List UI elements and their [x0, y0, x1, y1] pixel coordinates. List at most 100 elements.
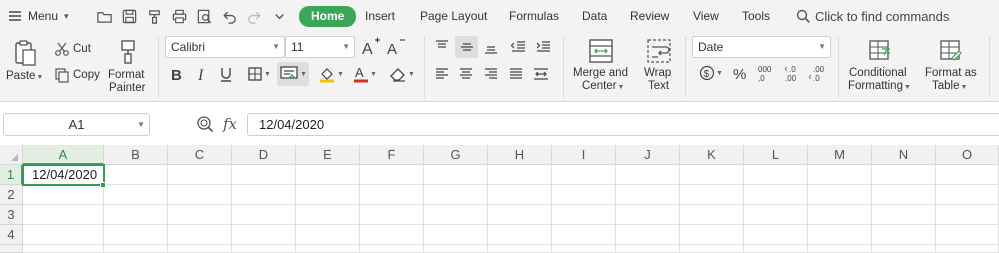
- format-painter-label-1[interactable]: Format: [108, 69, 144, 82]
- grid-cell[interactable]: [104, 225, 168, 245]
- grid-cell[interactable]: [552, 245, 616, 253]
- grid-cell[interactable]: [296, 205, 360, 225]
- number-format-select[interactable]: Date ▼: [692, 36, 831, 58]
- grid-cell[interactable]: [296, 225, 360, 245]
- font-color-button[interactable]: A ▼: [351, 64, 379, 84]
- copy-icon[interactable]: [53, 66, 71, 84]
- grid-cell[interactable]: [360, 245, 424, 253]
- grid-cell[interactable]: [168, 165, 232, 185]
- grid-cell[interactable]: [104, 185, 168, 205]
- grid-cell[interactable]: [552, 225, 616, 245]
- grid-cell[interactable]: [23, 205, 104, 225]
- grid-cell[interactable]: [168, 245, 232, 253]
- format-painter-label-2[interactable]: Painter: [109, 82, 145, 95]
- column-header[interactable]: H: [488, 145, 552, 165]
- name-box[interactable]: A1 ▼: [3, 113, 150, 136]
- column-header[interactable]: J: [616, 145, 680, 165]
- row-header[interactable]: 4: [0, 225, 23, 245]
- format-painter-qa-icon[interactable]: [144, 6, 164, 26]
- grid-cell[interactable]: [616, 205, 680, 225]
- grid-cell[interactable]: [616, 165, 680, 185]
- grid-cell[interactable]: [23, 245, 104, 253]
- grid-cell[interactable]: [424, 225, 488, 245]
- grid-cell[interactable]: [232, 185, 296, 205]
- font-name-select[interactable]: Calibri ▼: [165, 36, 285, 58]
- column-header[interactable]: G: [424, 145, 488, 165]
- merge-label-2[interactable]: Center▼: [582, 80, 624, 94]
- formula-input[interactable]: 12/04/2020: [247, 113, 999, 136]
- justify-icon[interactable]: [505, 63, 527, 85]
- row-header[interactable]: 1: [0, 165, 23, 185]
- column-header[interactable]: O: [936, 145, 999, 165]
- grid-cell[interactable]: [808, 165, 872, 185]
- format-as-table-icon[interactable]: [937, 37, 965, 65]
- grid-cell[interactable]: [360, 205, 424, 225]
- grid-cell[interactable]: [424, 205, 488, 225]
- column-header[interactable]: F: [360, 145, 424, 165]
- tab-data[interactable]: Data: [582, 7, 607, 26]
- wrap-text-icon[interactable]: [645, 37, 673, 65]
- tab-view[interactable]: View: [693, 7, 719, 26]
- grid-cell[interactable]: [104, 245, 168, 253]
- column-header[interactable]: E: [296, 145, 360, 165]
- select-all-corner[interactable]: [0, 145, 23, 165]
- grid-cell[interactable]: [936, 165, 999, 185]
- grid-cell[interactable]: [808, 185, 872, 205]
- grid-cell[interactable]: [296, 165, 360, 185]
- grid-cell[interactable]: [616, 185, 680, 205]
- column-header[interactable]: A: [23, 145, 104, 165]
- save-icon[interactable]: [119, 6, 139, 26]
- grid-cell[interactable]: [680, 245, 744, 253]
- grid-cell[interactable]: [680, 225, 744, 245]
- decrease-decimal-icon[interactable]: .00.0: [806, 63, 828, 83]
- increase-decimal-icon[interactable]: .0.00: [782, 63, 804, 83]
- grid-cell[interactable]: [680, 165, 744, 185]
- grid-cell[interactable]: [552, 185, 616, 205]
- align-top-icon[interactable]: [431, 36, 453, 58]
- grid-cell[interactable]: [552, 165, 616, 185]
- conditional-label-1[interactable]: Conditional: [849, 67, 907, 80]
- underline-icon[interactable]: [216, 64, 236, 84]
- scissors-icon[interactable]: [53, 40, 71, 58]
- percent-icon[interactable]: %: [729, 63, 751, 83]
- tab-review[interactable]: Review: [630, 7, 669, 26]
- grid-cell[interactable]: [872, 165, 936, 185]
- grid-cell[interactable]: [104, 205, 168, 225]
- grid-cell[interactable]: [744, 205, 808, 225]
- grid-cell[interactable]: [936, 205, 999, 225]
- distributed-align-icon[interactable]: [530, 63, 552, 85]
- wrap-label-1[interactable]: Wrap: [644, 67, 671, 80]
- grid-cell[interactable]: [23, 185, 104, 205]
- open-folder-icon[interactable]: [94, 6, 114, 26]
- increase-font-size-icon[interactable]: A: [361, 36, 381, 58]
- grid-cell[interactable]: [744, 245, 808, 253]
- grid-cell[interactable]: [168, 225, 232, 245]
- grid-cell[interactable]: [616, 225, 680, 245]
- grid-cell[interactable]: [232, 245, 296, 253]
- grid-cell[interactable]: [808, 245, 872, 253]
- grid-cell[interactable]: [23, 225, 104, 245]
- cut-button[interactable]: Cut: [73, 43, 91, 56]
- grid-cell[interactable]: [872, 225, 936, 245]
- print-icon[interactable]: [169, 6, 189, 26]
- fill-handle[interactable]: [100, 182, 106, 188]
- fill-format-button[interactable]: ▼: [277, 62, 309, 86]
- redo-icon[interactable]: [244, 6, 264, 26]
- grid-cell[interactable]: [808, 225, 872, 245]
- grid-cell[interactable]: [104, 165, 168, 185]
- grid-cell[interactable]: [296, 185, 360, 205]
- grid-cell[interactable]: [872, 185, 936, 205]
- column-header[interactable]: I: [552, 145, 616, 165]
- grid-cell[interactable]: [488, 165, 552, 185]
- grid-cell[interactable]: [744, 225, 808, 245]
- tab-insert[interactable]: Insert: [365, 7, 395, 26]
- grid-cell[interactable]: [168, 185, 232, 205]
- grid-cell[interactable]: [360, 185, 424, 205]
- row-header[interactable]: 3: [0, 205, 23, 225]
- column-header[interactable]: C: [168, 145, 232, 165]
- grid-cell[interactable]: [168, 205, 232, 225]
- grid-cell[interactable]: [872, 205, 936, 225]
- currency-button[interactable]: $ ▼: [696, 63, 726, 83]
- grid-cell[interactable]: [232, 225, 296, 245]
- print-preview-icon[interactable]: [194, 6, 214, 26]
